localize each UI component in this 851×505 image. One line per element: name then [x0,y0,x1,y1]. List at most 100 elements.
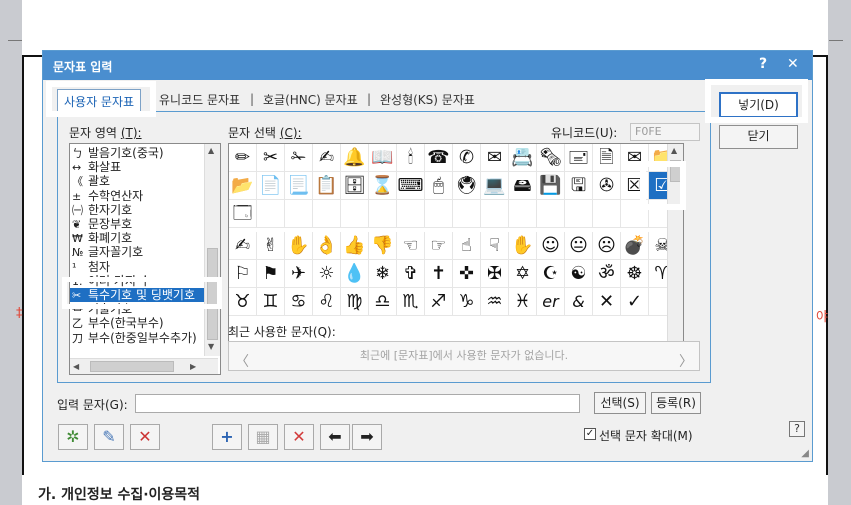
category-item[interactable]: № 글자꼴기호 [72,245,143,259]
symbol-cell[interactable]: ☯ [565,260,593,288]
category-item[interactable]: 乙 부수(한국부수) [72,316,164,330]
symbol-cell[interactable] [425,200,453,228]
symbol-cell[interactable]: ✓ [621,288,649,316]
symbol-cell[interactable]: ♓ [509,288,537,316]
symbol-cell[interactable]: 🖲 [453,172,481,200]
symbol-cell[interactable] [341,200,369,228]
symbol-cell[interactable] [537,200,565,228]
symbol-cell[interactable]: 📋 [313,172,341,200]
symbol-cell[interactable]: ☹ [593,232,621,260]
symbol-cell[interactable]: ♐ [425,288,453,316]
symbol-cell[interactable]: 📂 [229,172,257,200]
symbol-cell[interactable]: ⚐ [229,260,257,288]
symbol-cell[interactable]: ✝ [425,260,453,288]
help-title-button[interactable]: ? [759,56,767,72]
symbol-cell[interactable]: ♒ [481,288,509,316]
symbol-cell[interactable]: ☼ [313,260,341,288]
symbol-cell[interactable]: ✌ [257,232,285,260]
symbol-cell[interactable]: ♏ [397,288,425,316]
symbol-cell[interactable]: & [565,288,593,316]
symbol-cell[interactable]: ✜ [453,260,481,288]
scroll-right-icon[interactable]: ▶ [190,362,196,371]
category-item[interactable]: ⏛ 기술기호 [72,302,132,316]
symbol-cell[interactable]: 👍 [341,232,369,260]
tab-hnc-charmap[interactable]: 호글(HNC) 문자표 [263,91,358,108]
symbol-cell[interactable]: ♊ [257,288,285,316]
symbol-cell[interactable]: ✉ [481,144,509,172]
insert-button[interactable]: 넣기(D) [719,92,798,118]
scroll-down-icon[interactable]: ▼ [208,342,214,351]
arrow-left-icon[interactable]: ⬅ [320,424,350,450]
symbol-cell[interactable]: 🖃 [565,144,593,172]
select-button[interactable]: 선택(S) [594,392,646,414]
symbol-cell[interactable]: 🗔 [229,200,257,228]
symbol-cell[interactable]: er [537,288,565,316]
tab-ks-charmap[interactable]: 완성형(KS) 문자표 [380,91,475,108]
symbol-cell[interactable]: 🖫 [565,172,593,200]
input-characters-field[interactable] [135,394,580,413]
symbol-cell[interactable]: ✠ [481,260,509,288]
symbol-cell[interactable]: 🕯 [397,144,425,172]
symbol-cell[interactable]: ॐ [593,260,621,288]
symbol-cell[interactable]: ✕ [593,288,621,316]
add-user-charset-icon[interactable]: ✲ [58,424,88,450]
symbol-cell[interactable]: 📃 [285,172,313,200]
symbol-cell[interactable]: ⌨ [397,172,425,200]
category-item[interactable]: ↔ 화살표 [72,160,121,174]
recent-characters-box[interactable]: 〈 최근에 [문자표]에서 사용한 문자가 없습니다. 〉 [228,341,700,371]
symbol-cell[interactable]: ♋ [285,288,313,316]
symbol-cell[interactable]: 🗞 [537,144,565,172]
symbol-cell[interactable]: ♌ [313,288,341,316]
symbol-cell[interactable] [397,200,425,228]
symbol-cell[interactable]: ♎ [369,288,397,316]
symbol-cell[interactable]: ✍ [229,232,257,260]
symbol-cell[interactable]: 💾 [537,172,565,200]
symbol-cell[interactable]: ✋ [509,232,537,260]
recent-next-icon[interactable]: 〉 [679,348,693,376]
symbol-cell[interactable]: 📇 [509,144,537,172]
symbol-cell[interactable]: ☺ [537,232,565,260]
symbol-cell[interactable]: ♍ [341,288,369,316]
symbol-cell[interactable]: ✂ [257,144,285,172]
scroll-up-icon[interactable]: ▲ [208,146,214,155]
symbol-cell[interactable]: ☝ [453,232,481,260]
category-list[interactable]: ㄅ 발음기호(중국) ↔ 화살표 《 괄호 ± 수학연산자 ㈠ 한자기호 ❦ 문장부호 ₩ 화폐기호 № 글자… [69,143,221,375]
category-item[interactable]: 1. 여러 가지 수 [72,274,151,288]
symbol-grid-scrollbar[interactable]: ▲ ▼ [667,144,683,370]
delete-user-charset-icon[interactable]: ✕ [130,424,160,450]
symbol-cell[interactable]: ✁ [285,144,313,172]
symbol-cell[interactable]: ☎ [425,144,453,172]
table-add-icon[interactable]: ▦ [248,424,278,450]
scroll-left-icon[interactable]: ◀ [73,362,79,371]
symbol-cell[interactable] [509,200,537,228]
symbol-cell[interactable]: 🖱 [425,172,453,200]
symbol-cell[interactable] [369,200,397,228]
symbol-cell[interactable]: 🖴 [509,172,537,200]
tab-user-charmap[interactable]: 사용자 문자표 [57,89,142,113]
symbol-cell[interactable]: 💻 [481,172,509,200]
symbol-cell[interactable]: ♑ [453,288,481,316]
scroll-thumb[interactable] [670,160,681,182]
arrow-right-icon[interactable]: ➡ [352,424,382,450]
register-button[interactable]: 등록(R) [651,392,701,414]
symbol-cell[interactable] [257,200,285,228]
category-item[interactable]: ❦ 문장부호 [72,217,132,231]
resize-grip-icon[interactable]: ◢ [801,448,809,459]
symbol-cell[interactable]: ✈ [285,260,313,288]
symbol-cell[interactable] [565,200,593,228]
symbol-cell[interactable] [453,200,481,228]
symbol-cell[interactable]: ✏ [229,144,257,172]
symbol-cell[interactable] [481,200,509,228]
symbol-cell[interactable]: 📖 [369,144,397,172]
symbol-cell[interactable]: 📄 [257,172,285,200]
symbol-cell[interactable]: ✋ [285,232,313,260]
symbol-cell[interactable]: 👌 [313,232,341,260]
close-title-button[interactable]: ✕ [787,56,799,72]
symbol-cell[interactable] [313,200,341,228]
symbol-cell[interactable]: ☪ [537,260,565,288]
edit-user-charset-icon[interactable]: ✎ [94,424,124,450]
symbol-cell[interactable]: ✡ [509,260,537,288]
symbol-cell[interactable]: ❄ [369,260,397,288]
enlarge-checkbox[interactable]: ✓ [584,428,596,440]
symbol-cell[interactable]: ☸ [621,260,649,288]
